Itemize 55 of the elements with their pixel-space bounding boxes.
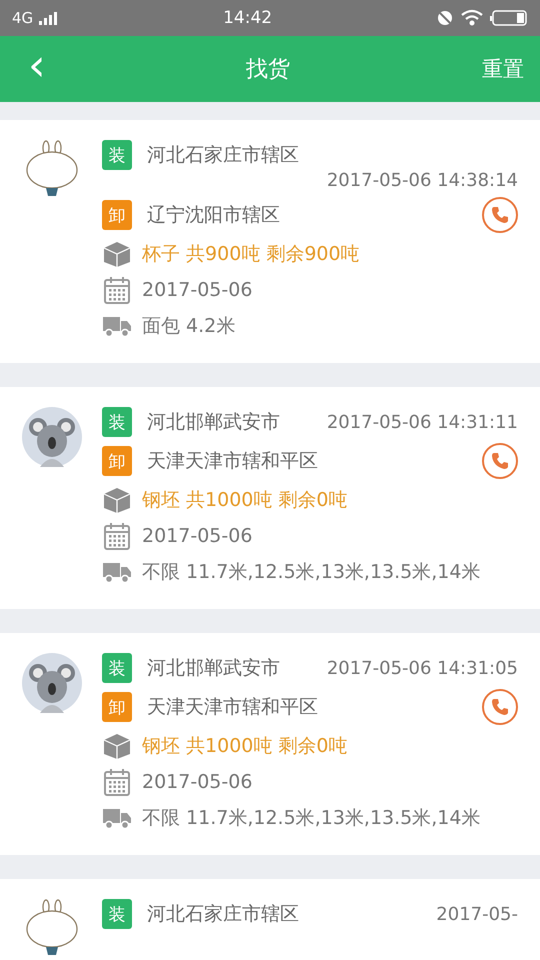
wifi-icon [460,9,484,27]
phone-button[interactable] [482,689,518,725]
truck-icon [102,314,132,338]
phone-button[interactable] [482,443,518,479]
calendar-icon [102,767,132,797]
post-time: 2017-05-06 14:38:14 [326,170,518,191]
load-date: 2017-05-06 [142,279,252,301]
cargo-info: 钢坯 共1000吨 剩余0吨 [142,488,348,513]
order-card[interactable]: 装 河北邯郸武安市 2017-05-06 14:31:05 卸 天津天津市辖和平区 钢坯 共1000吨 剩余0吨 2017-05-06 不限 11.7米,12.5米,13米,13.5米,14米 [0,633,540,855]
vehicle-info: 面包 4.2米 [142,314,236,339]
clock: 14:42 [223,8,272,28]
unload-address: 辽宁沈阳市辖区 [147,203,280,228]
signal-icon [39,11,60,25]
order-card[interactable]: 装 河北邯郸武安市 2017-05-06 14:31:11 卸 天津天津市辖和平区 钢坯 共1000吨 剩余0吨 2017-05-06 不限 11.7米,12.5米,13米,13.5米,14米 [0,387,540,609]
box-icon [102,239,132,269]
load-tag: 装 [102,407,132,437]
load-tag: 装 [102,140,132,170]
vehicle-info: 不限 11.7米,12.5米,13米,13.5米,14米 [142,560,480,585]
load-date: 2017-05-06 [142,525,252,547]
load-tag: 装 [102,899,132,929]
phone-icon [490,205,510,225]
load-date: 2017-05-06 [142,771,252,793]
phone-icon [490,451,510,471]
cargo-info: 钢坯 共1000吨 剩余0吨 [142,734,348,759]
koala-avatar [22,653,82,713]
page-title: 找货 [246,56,290,84]
battery-icon [490,9,528,27]
box-icon [102,485,132,515]
unload-tag: 卸 [102,446,132,476]
unload-address: 天津天津市辖和平区 [147,695,318,720]
calendar-icon [102,275,132,305]
post-time: 2017-05-06 14:31:11 [326,412,518,432]
phone-icon [490,697,510,717]
load-tag: 装 [102,653,132,683]
network-label: 4G [12,9,34,27]
post-time: 2017-05-06 14:31:05 [326,658,518,678]
truck-icon [102,560,132,584]
unload-address: 天津天津市辖和平区 [147,449,318,474]
vehicle-info: 不限 11.7米,12.5米,13米,13.5米,14米 [142,806,480,831]
post-time: 2017-05- [435,904,518,924]
cargo-info: 杯子 共900吨 剩余900吨 [142,242,360,267]
koala-avatar [22,407,82,467]
calendar-icon [102,521,132,551]
truck-icon [102,806,132,830]
load-address: 河北邯郸武安市 [147,410,280,435]
order-card[interactable]: 装 河北石家庄市辖区 2017-05- [0,879,540,960]
load-address: 河北石家庄市辖区 [147,902,299,927]
phone-button[interactable] [482,197,518,233]
unload-tag: 卸 [102,692,132,722]
load-address: 河北邯郸武安市 [147,656,280,681]
rotation-lock-icon [436,9,454,27]
unload-tag: 卸 [102,200,132,230]
order-card[interactable]: 装 河北石家庄市辖区 2017-05-06 14:38:14 卸 辽宁沈阳市辖区 杯子 共900吨 剩余900吨 2017-05-06 面包 4.2米 [0,120,540,363]
load-address: 河北石家庄市辖区 [147,143,299,168]
box-icon [102,731,132,761]
